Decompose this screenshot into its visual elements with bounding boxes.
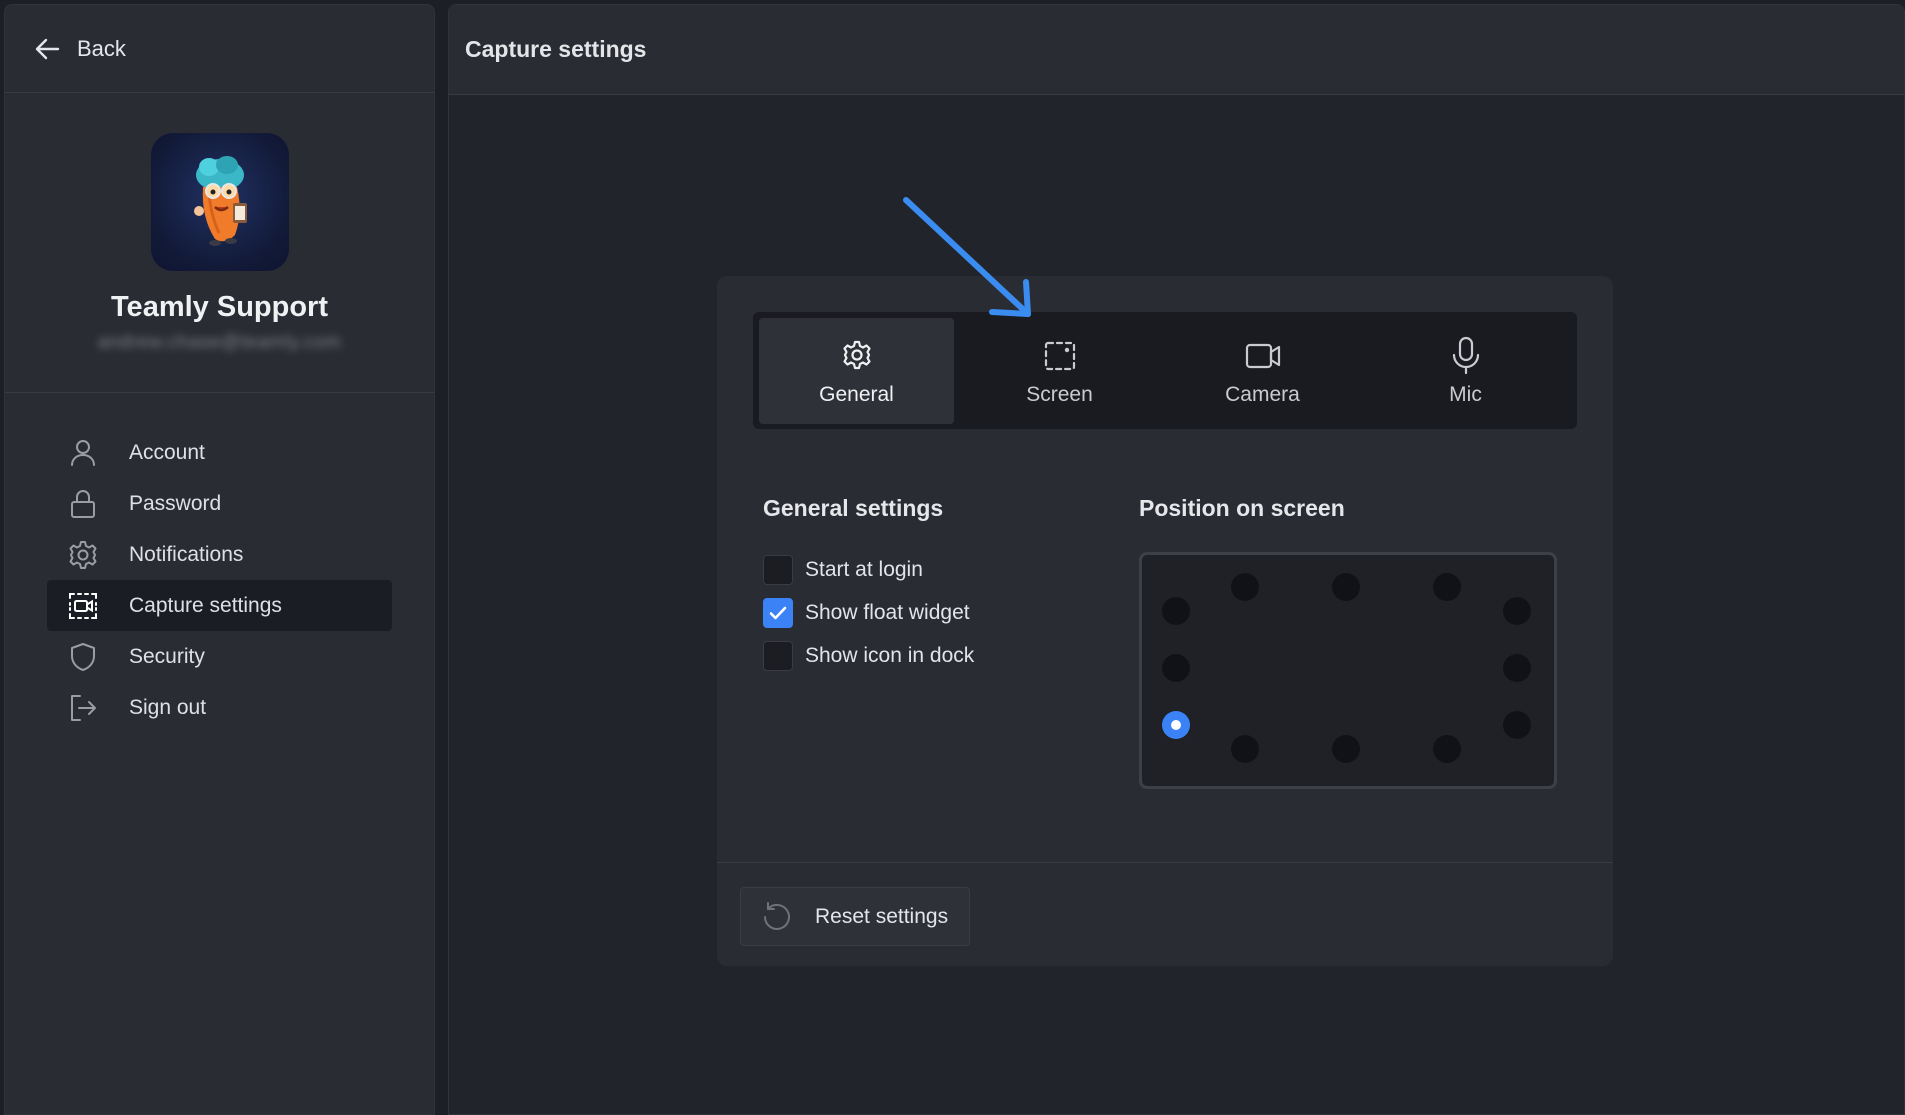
microphone-icon	[1452, 336, 1479, 375]
tab-camera[interactable]: Camera	[1165, 318, 1360, 424]
tab-screen[interactable]: Screen	[962, 318, 1157, 424]
option-show-float-widget[interactable]: Show float widget	[763, 598, 970, 628]
shield-icon	[67, 641, 99, 673]
sidebar-item-label: Notifications	[129, 542, 244, 566]
position-title: Position on screen	[1139, 495, 1345, 521]
sidebar-item-label: Account	[129, 440, 205, 464]
tab-label: Mic	[1449, 383, 1482, 406]
sidebar-item-security[interactable]: Security	[47, 631, 392, 682]
sidebar-item-label: Sign out	[129, 695, 207, 719]
back-button[interactable]: Back	[33, 34, 126, 64]
tab-label: Camera	[1225, 383, 1300, 406]
lock-icon	[67, 488, 99, 520]
app-window: Back Teamly Support andrew.chase@teamly.…	[0, 0, 1905, 1115]
sidebar-item-account[interactable]: Account	[47, 427, 392, 478]
profile-name: Teamly Support	[111, 291, 328, 323]
profile-email: andrew.chase@teamly.com	[97, 332, 342, 353]
tab-label: Screen	[1026, 383, 1093, 406]
sidebar-header: Back	[5, 5, 434, 93]
main-header: Capture settings	[449, 5, 1904, 95]
tab-mic[interactable]: Mic	[1368, 318, 1563, 424]
avatar	[150, 133, 289, 271]
sidebar-item-label: Capture settings	[129, 593, 282, 617]
profile-card: Teamly Support andrew.chase@teamly.com	[5, 93, 434, 393]
tab-label: General	[819, 383, 894, 406]
position-picker	[1139, 552, 1557, 789]
main-content: Capture settings General Screen Camera M…	[448, 4, 1905, 1115]
checkbox[interactable]	[763, 555, 793, 585]
general-settings-title: General settings	[763, 495, 944, 521]
reset-icon	[764, 901, 790, 930]
position-bottom-1[interactable]	[1231, 735, 1259, 763]
sidebar-item-password[interactable]: Password	[47, 478, 392, 529]
position-right-bottom[interactable]	[1503, 711, 1531, 739]
screen-capture-icon	[67, 590, 99, 622]
arrow-left-icon	[35, 38, 60, 59]
sidebar-item-label: Password	[129, 491, 222, 515]
user-icon	[67, 437, 99, 469]
checkbox[interactable]	[763, 641, 793, 671]
checkbox-label: Show float widget	[805, 601, 970, 624]
position-bottom-3[interactable]	[1433, 735, 1461, 763]
position-top-1[interactable]	[1231, 573, 1259, 601]
back-label: Back	[77, 35, 126, 61]
sign-out-icon	[67, 692, 99, 724]
checkbox-checked[interactable]	[763, 598, 793, 628]
position-left-middle[interactable]	[1162, 654, 1190, 682]
tab-general[interactable]: General	[759, 318, 954, 424]
sidebar-item-capture-settings[interactable]: Capture settings	[47, 580, 392, 631]
option-start-at-login[interactable]: Start at login	[763, 555, 923, 585]
checkmark-icon	[769, 606, 787, 620]
reset-settings-label: Reset settings	[815, 904, 949, 928]
sidebar-item-sign-out[interactable]: Sign out	[47, 682, 392, 733]
checkbox-label: Show icon in dock	[805, 644, 975, 667]
checkbox-label: Start at login	[805, 558, 923, 581]
camera-icon	[1245, 343, 1280, 369]
settings-nav: Account Password Notifications Capture s…	[5, 393, 434, 733]
position-right-middle[interactable]	[1503, 654, 1531, 682]
sidebar: Back Teamly Support andrew.chase@teamly.…	[4, 4, 435, 1115]
screen-select-icon	[1044, 341, 1075, 371]
position-left-top[interactable]	[1162, 597, 1190, 625]
position-top-3[interactable]	[1433, 573, 1461, 601]
position-bottom-2[interactable]	[1332, 735, 1360, 763]
annotation-arrow-icon	[903, 197, 1031, 317]
mascot-avatar-icon	[193, 156, 247, 246]
reset-settings-button[interactable]: Reset settings	[740, 887, 970, 946]
gear-icon	[67, 539, 99, 571]
position-right-top[interactable]	[1503, 597, 1531, 625]
position-left-bottom[interactable]	[1162, 711, 1190, 739]
capture-tabs: General Screen Camera Mic	[753, 312, 1577, 429]
page-title: Capture settings	[465, 36, 647, 62]
capture-settings-panel: General Screen Camera Mic General settin…	[717, 276, 1613, 966]
option-show-icon-in-dock[interactable]: Show icon in dock	[763, 641, 974, 671]
sidebar-item-label: Security	[129, 644, 205, 668]
position-top-2[interactable]	[1332, 573, 1360, 601]
gear-icon	[842, 340, 871, 370]
panel-divider	[717, 862, 1613, 863]
sidebar-item-notifications[interactable]: Notifications	[47, 529, 392, 580]
